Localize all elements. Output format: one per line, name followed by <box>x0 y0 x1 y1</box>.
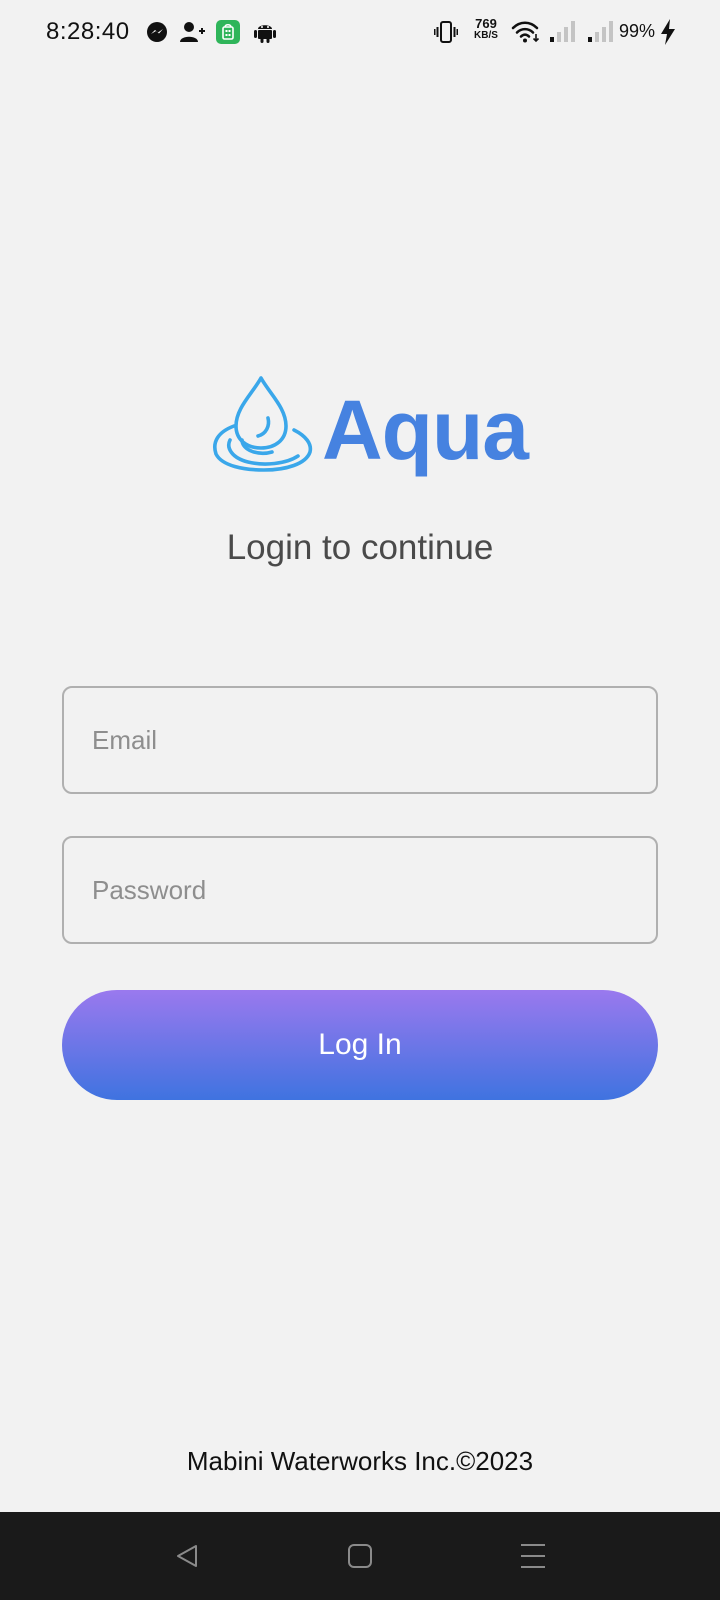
back-icon <box>177 1545 197 1567</box>
recents-button[interactable] <box>513 1536 553 1576</box>
status-bar: 8:28:40 769 KB/S 99% <box>0 0 720 66</box>
home-button[interactable] <box>340 1536 380 1576</box>
net-speed: 769 KB/S <box>470 16 502 42</box>
footer-copyright: Mabini Waterworks Inc.©2023 <box>186 1446 534 1476</box>
messenger-icon <box>147 22 167 42</box>
login-button[interactable]: Log In <box>62 990 658 1100</box>
green-app-icon <box>216 20 240 44</box>
water-drop-icon <box>213 376 313 472</box>
wifi-icon <box>511 21 540 43</box>
app-logo: Aqua <box>208 374 529 482</box>
email-input[interactable] <box>64 688 656 792</box>
net-speed-value: 769 <box>475 16 497 31</box>
password-input[interactable] <box>64 838 656 942</box>
signal-icon <box>550 21 575 42</box>
net-speed-unit: KB/S <box>474 30 498 41</box>
battery-percentage: 99% <box>619 21 656 41</box>
email-field[interactable] <box>62 686 658 794</box>
app-name: Aqua <box>322 383 529 477</box>
menu-icon <box>521 1544 545 1568</box>
charging-icon <box>661 19 675 45</box>
status-time: 8:28:40 <box>46 18 130 45</box>
back-button[interactable] <box>167 1536 207 1576</box>
vibrate-icon <box>434 21 458 43</box>
signal-icon <box>588 21 613 42</box>
login-subtitle: Login to continue <box>226 528 494 567</box>
home-icon <box>348 1544 372 1568</box>
navigation-bar <box>0 1512 720 1600</box>
android-icon <box>254 25 276 43</box>
password-field[interactable] <box>62 836 658 944</box>
add-contact-icon <box>180 22 205 42</box>
